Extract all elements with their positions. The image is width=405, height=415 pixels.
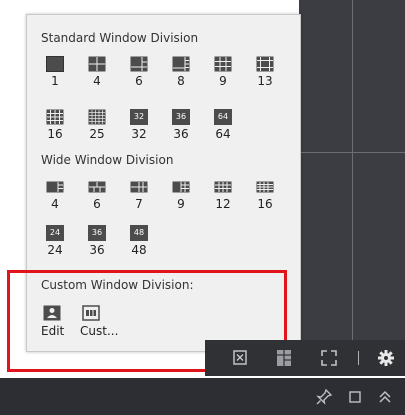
layout-option-label: 6 [135,74,143,88]
wide-layout-option-label: 12 [215,197,231,211]
layout-option-13[interactable]: 13 [245,56,285,94]
settings-icon [378,350,394,366]
layout-8-icon [172,56,190,72]
wide-layout-option-7[interactable]: 7 [119,179,159,217]
layout-option-label: 13 [257,74,273,88]
standard-division-title: Standard Window Division [41,31,199,45]
wide-layout-option-12[interactable]: 12 [203,179,243,217]
layout-13-icon [256,56,274,72]
close-all-windows-icon [233,350,247,365]
pin-button[interactable] [313,386,335,408]
layout-36-icon: 36 [172,109,190,125]
window-division-icon [277,350,291,366]
wide-layout-7-icon [130,181,148,193]
layout-16-icon [46,109,64,125]
wide-layout-9-icon [172,181,190,193]
layout-64-icon: 64 [214,109,232,125]
wide-layout-16-icon [256,181,274,193]
settings-button[interactable] [375,347,397,369]
layout-option-label: 9 [219,74,227,88]
layout-option-36[interactable]: 36 36 [161,109,201,147]
layout-option-label: 4 [93,74,101,88]
layout-option-4[interactable]: 4 [77,56,117,94]
layout-4-icon [88,56,106,72]
layout-option-25[interactable]: 25 [77,109,117,147]
close-all-windows-button[interactable] [229,347,251,369]
layout-option-32[interactable]: 32 32 [119,109,159,147]
wide-layout-option-24[interactable]: 24 24 [35,225,75,263]
layout-option-6[interactable]: 6 [119,56,159,94]
layout-option-8[interactable]: 8 [161,56,201,94]
wide-layout-36-icon: 36 [88,225,106,241]
wide-layout-option-label: 24 [47,243,63,257]
pin-icon [316,388,333,405]
layout-option-label: 64 [215,127,231,141]
wide-layout-option-16[interactable]: 16 [245,179,285,217]
wide-layout-option-label: 4 [51,197,59,211]
fullscreen-button[interactable] [318,347,340,369]
wide-layout-option-label: 7 [135,197,143,211]
fullscreen-icon [321,350,337,366]
collapse-up-icon [379,390,391,403]
layout-option-label: 16 [47,127,63,141]
wide-layout-option-label: 6 [93,197,101,211]
layout-32-icon: 32 [130,109,148,125]
wide-layout-option-36[interactable]: 36 36 [77,225,117,263]
layout-option-1[interactable]: 1 [35,56,75,94]
layout-option-label: 25 [89,127,105,141]
layout-option-label: 32 [131,127,147,141]
wide-layout-option-9[interactable]: 9 [161,179,201,217]
restore-icon [349,391,361,403]
layout-9-icon [214,56,232,72]
collapse-up-button[interactable] [374,386,396,408]
video-grid-divider [352,0,353,340]
wide-layout-24-icon: 24 [46,225,64,241]
wide-layout-option-label: 16 [257,197,273,211]
wide-layout-4-icon [46,181,64,193]
layout-option-label: 1 [51,74,59,88]
wide-layout-option-6[interactable]: 6 [77,179,117,217]
layout-1-icon [46,56,64,72]
wide-layout-12-icon [214,181,232,193]
layout-25-icon [88,109,106,125]
layout-option-64[interactable]: 64 64 [203,109,243,147]
restore-button[interactable] [344,386,366,408]
wide-layout-option-4[interactable]: 4 [35,179,75,217]
wide-layout-option-label: 48 [131,243,147,257]
wide-layout-48-icon: 48 [130,225,148,241]
layout-option-16[interactable]: 16 [35,109,75,147]
window-division-button[interactable] [273,347,295,369]
live-view-toolbar [205,340,405,376]
layout-option-9[interactable]: 9 [203,56,243,94]
bottom-bar [0,378,405,415]
layout-option-label: 8 [177,74,185,88]
wide-layout-option-label: 9 [177,197,185,211]
wide-layout-option-48[interactable]: 48 48 [119,225,159,263]
layout-option-label: 36 [173,127,189,141]
toolbar-separator [358,351,359,365]
wide-layout-option-label: 36 [89,243,105,257]
wide-layout-6-icon [88,181,106,193]
layout-6-icon [130,56,148,72]
wide-division-title: Wide Window Division [41,153,174,167]
